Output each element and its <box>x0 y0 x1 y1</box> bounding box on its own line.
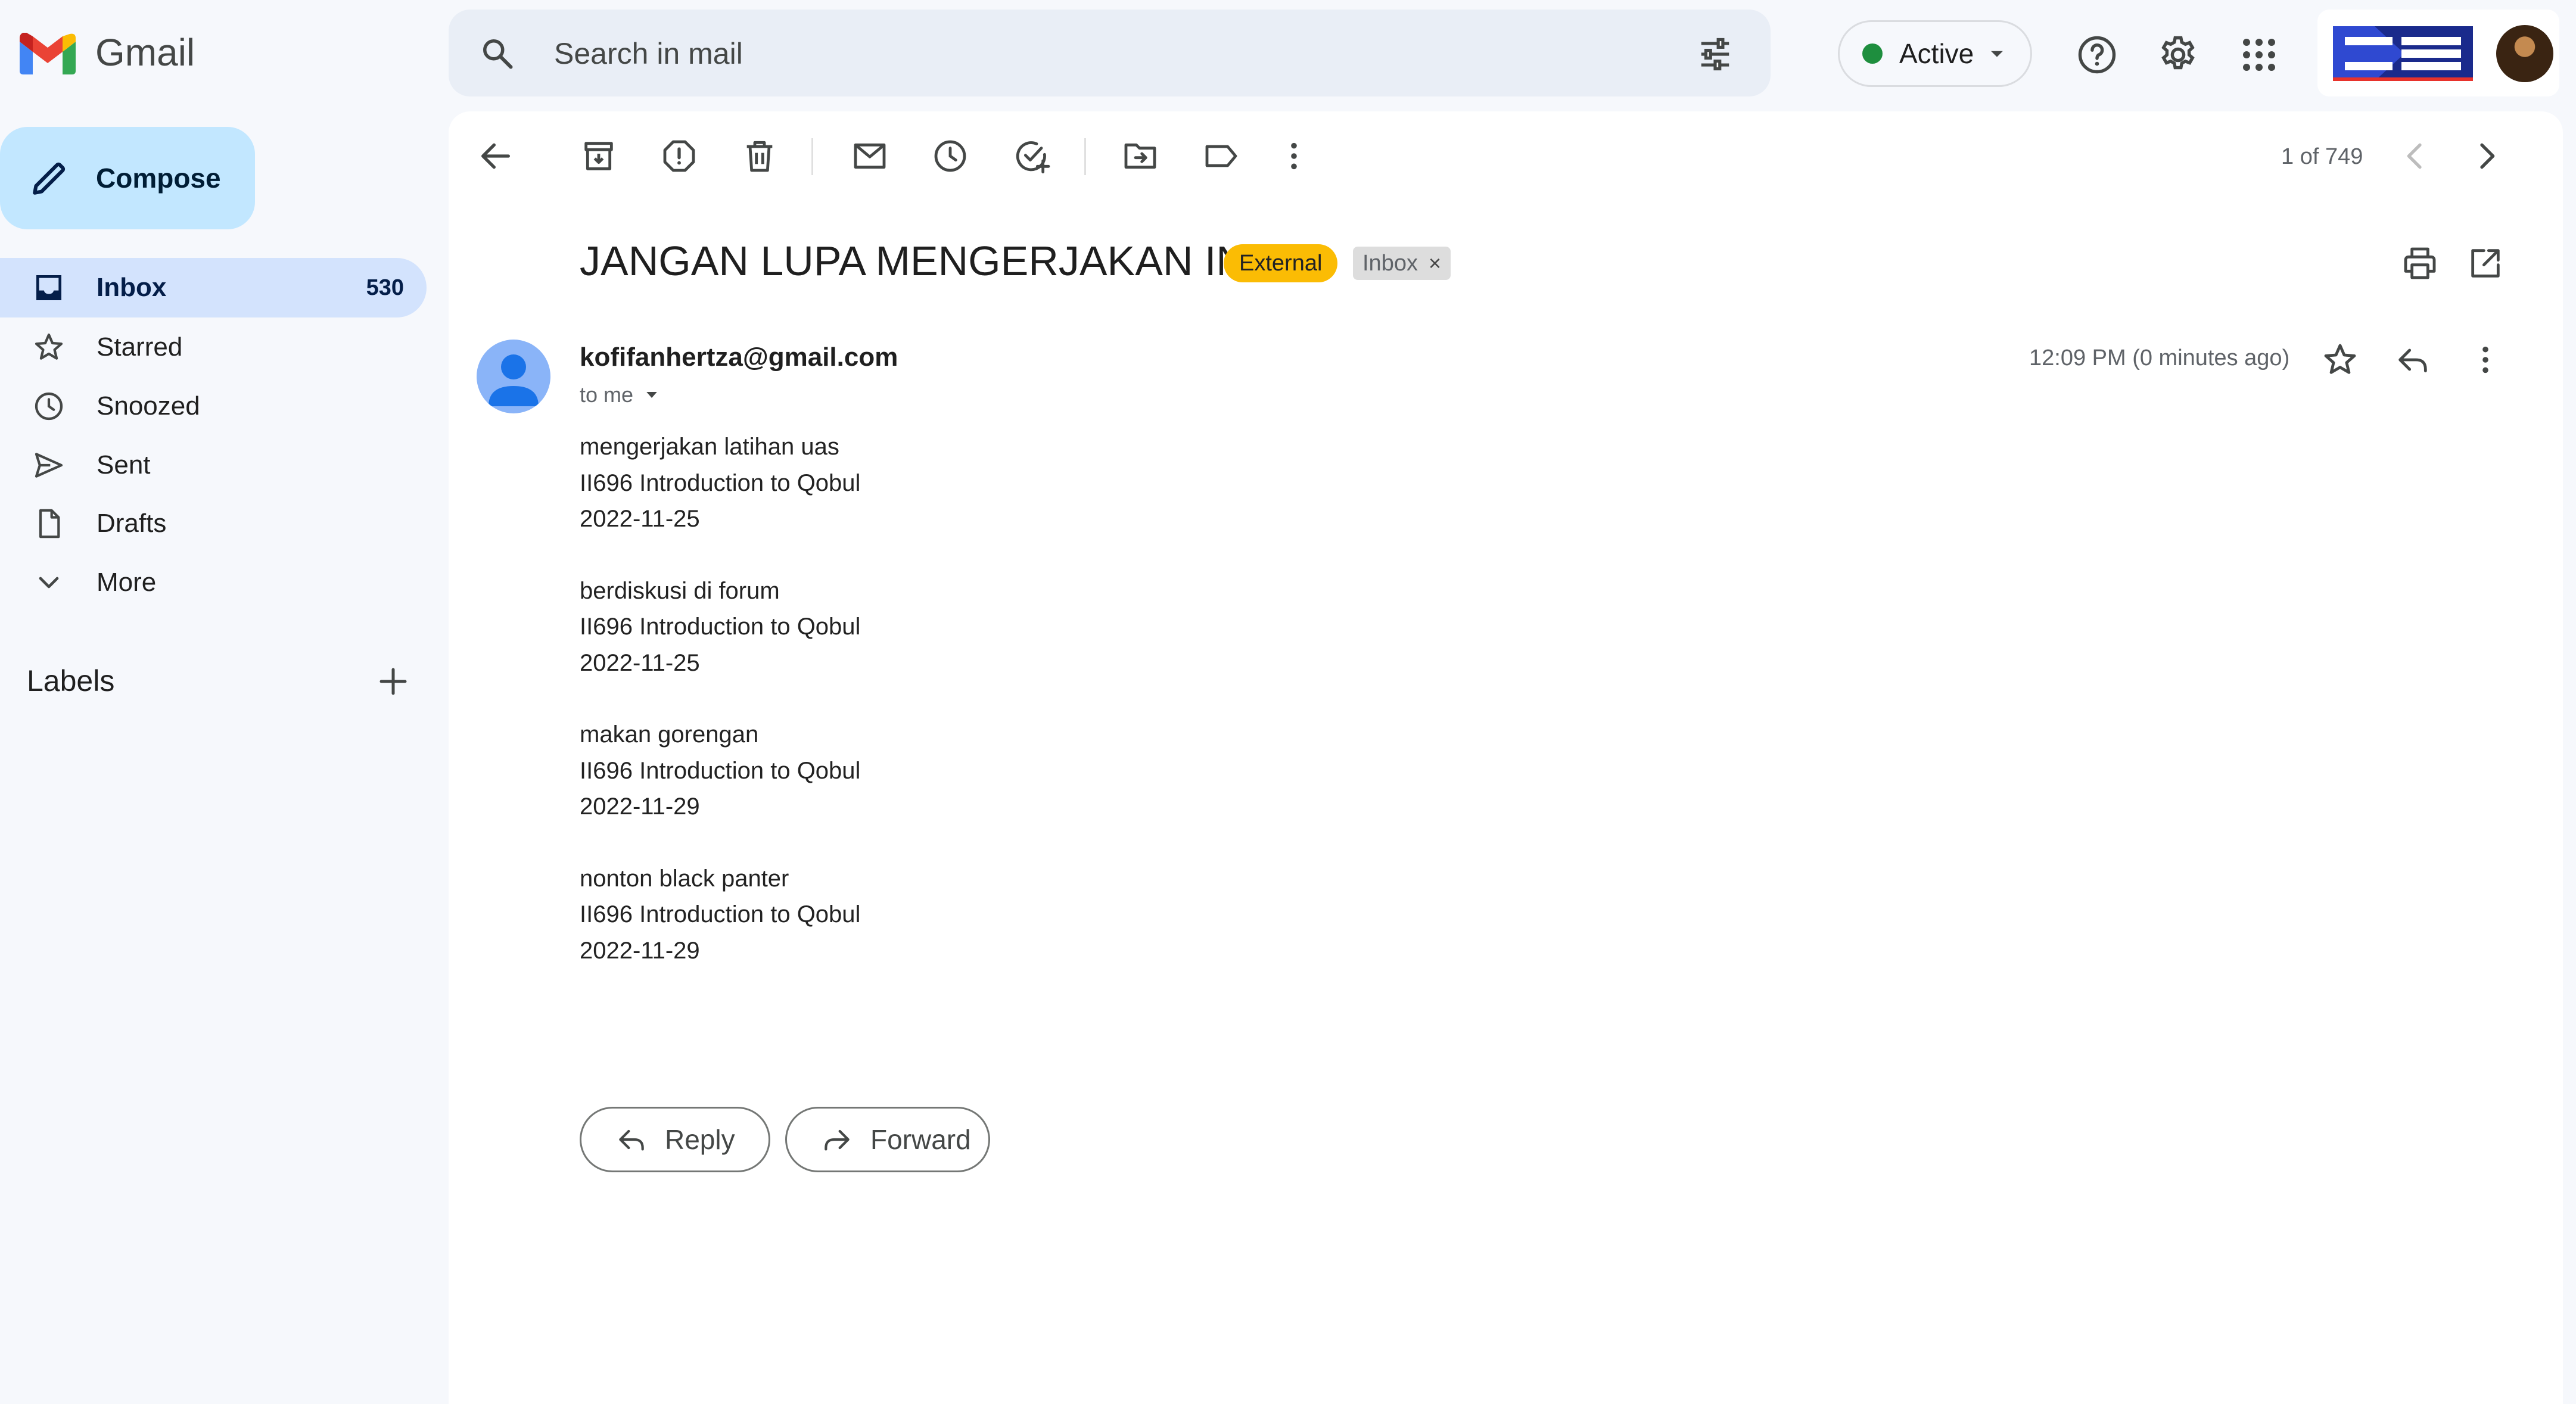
account-switcher[interactable] <box>2317 10 2559 96</box>
clock-icon <box>35 392 63 421</box>
draft-icon <box>39 509 60 538</box>
avatar[interactable] <box>2496 25 2553 82</box>
app-name: Gmail <box>95 31 195 74</box>
recipient-label: to me <box>580 382 634 407</box>
toolbar-divider <box>811 138 813 175</box>
organization-logo <box>2333 26 2473 81</box>
message-count: 1 of 749 <box>2281 144 2363 169</box>
sidebar-item-starred[interactable]: Starred <box>0 317 427 377</box>
send-icon <box>35 453 63 478</box>
remove-label-icon[interactable]: × <box>1429 251 1441 276</box>
forward-button[interactable]: Forward <box>785 1107 990 1172</box>
chevron-left-icon[interactable] <box>2396 137 2434 175</box>
sidebar-item-inbox[interactable]: Inbox 530 <box>0 258 427 317</box>
external-badge: External <box>1224 244 1338 282</box>
sidebar-item-label: Drafts <box>97 509 167 538</box>
status-dot <box>1862 43 1883 64</box>
inbox-label-text: Inbox <box>1362 250 1418 276</box>
sidebar-item-snoozed[interactable]: Snoozed <box>0 376 427 436</box>
task-item: mengerjakan latihan uas II696 Introducti… <box>580 429 860 537</box>
trash-icon[interactable] <box>741 137 779 175</box>
task-course: II696 Introduction to Qobul <box>580 901 861 927</box>
task-name: berdiskusi di forum <box>580 577 780 604</box>
star-icon[interactable] <box>2321 341 2359 379</box>
task-course: II696 Introduction to Qobul <box>580 757 861 784</box>
compose-button[interactable]: Compose <box>0 127 255 229</box>
sidebar-item-label: Inbox <box>97 273 167 302</box>
task-name: mengerjakan latihan uas <box>580 434 839 460</box>
print-icon[interactable] <box>2401 244 2439 282</box>
caret-down-icon <box>1991 51 2003 57</box>
label-icon[interactable] <box>1202 137 1240 175</box>
apps-grid-icon[interactable] <box>2238 33 2281 76</box>
chevron-right-icon[interactable] <box>2468 137 2506 175</box>
task-date: 2022-11-29 <box>580 793 700 820</box>
back-arrow-icon[interactable] <box>477 137 515 175</box>
compose-label: Compose <box>96 163 221 194</box>
reply-icon <box>619 1129 644 1151</box>
toolbar-divider <box>1084 138 1086 175</box>
unread-count: 530 <box>366 275 404 300</box>
mark-unread-icon[interactable] <box>851 137 889 175</box>
help-icon[interactable] <box>2076 33 2118 76</box>
snooze-icon[interactable] <box>931 137 969 175</box>
move-to-icon[interactable] <box>1121 137 1159 175</box>
status-dropdown[interactable]: Active <box>1838 20 2032 87</box>
labels-heading: Labels <box>27 664 115 698</box>
more-vert-icon[interactable] <box>1275 137 1313 175</box>
recipient-details-toggle[interactable]: to me <box>580 382 661 407</box>
forward-icon <box>825 1129 850 1151</box>
sidebar-item-label: More <box>97 568 157 597</box>
task-name: makan gorengan <box>580 721 759 748</box>
sender-email[interactable]: kofifanhertza@gmail.com <box>580 343 898 372</box>
sidebar-item-label: Snoozed <box>97 391 200 421</box>
inbox-label-chip: Inbox × <box>1353 247 1451 280</box>
task-date: 2022-11-29 <box>580 937 700 964</box>
reply-label: Reply <box>665 1124 735 1155</box>
inbox-icon <box>36 275 61 300</box>
add-label-icon[interactable] <box>375 664 411 699</box>
star-icon <box>35 333 63 360</box>
task-item: berdiskusi di forum II696 Introduction t… <box>580 573 860 681</box>
chevron-down-icon <box>39 577 59 589</box>
task-course: II696 Introduction to Qobul <box>580 614 861 640</box>
task-item: nonton black panter II696 Introduction t… <box>580 861 860 969</box>
task-date: 2022-11-25 <box>580 506 700 532</box>
task-course: II696 Introduction to Qobul <box>580 469 861 496</box>
open-in-new-window-icon[interactable] <box>2466 244 2505 282</box>
sidebar-item-more[interactable]: More <box>0 553 427 612</box>
status-label: Active <box>1899 38 1974 69</box>
search-input[interactable] <box>553 31 1508 76</box>
sidebar-item-label: Sent <box>97 450 151 480</box>
gmail-logo-icon[interactable] <box>20 33 76 74</box>
add-task-icon[interactable] <box>1013 137 1051 175</box>
more-vert-icon[interactable] <box>2466 341 2505 379</box>
email-subject: JANGAN LUPA MENGERJAKAN INI <box>580 238 1258 284</box>
sender-avatar[interactable] <box>477 340 550 413</box>
report-spam-icon[interactable] <box>660 137 698 175</box>
task-name: nonton black panter <box>580 865 789 892</box>
pencil-icon <box>33 162 66 195</box>
tune-icon[interactable] <box>1697 36 1734 73</box>
sidebar-item-drafts[interactable]: Drafts <box>0 494 427 553</box>
reply-icon[interactable] <box>2394 341 2432 379</box>
email-body: mengerjakan latihan uas II696 Introducti… <box>580 429 860 1004</box>
gear-icon[interactable] <box>2157 33 2199 76</box>
forward-label: Forward <box>870 1124 971 1155</box>
caret-down-icon <box>646 392 657 398</box>
task-date: 2022-11-25 <box>580 649 700 676</box>
archive-icon[interactable] <box>580 137 618 175</box>
search-bar[interactable] <box>449 10 1771 96</box>
sidebar-item-sent[interactable]: Sent <box>0 435 427 495</box>
search-icon[interactable] <box>480 36 515 71</box>
timestamp: 12:09 PM (0 minutes ago) <box>2029 345 2290 371</box>
task-item: makan gorengan II696 Introduction to Qob… <box>580 717 860 825</box>
sidebar-item-label: Starred <box>97 332 183 362</box>
reply-button[interactable]: Reply <box>580 1107 770 1172</box>
